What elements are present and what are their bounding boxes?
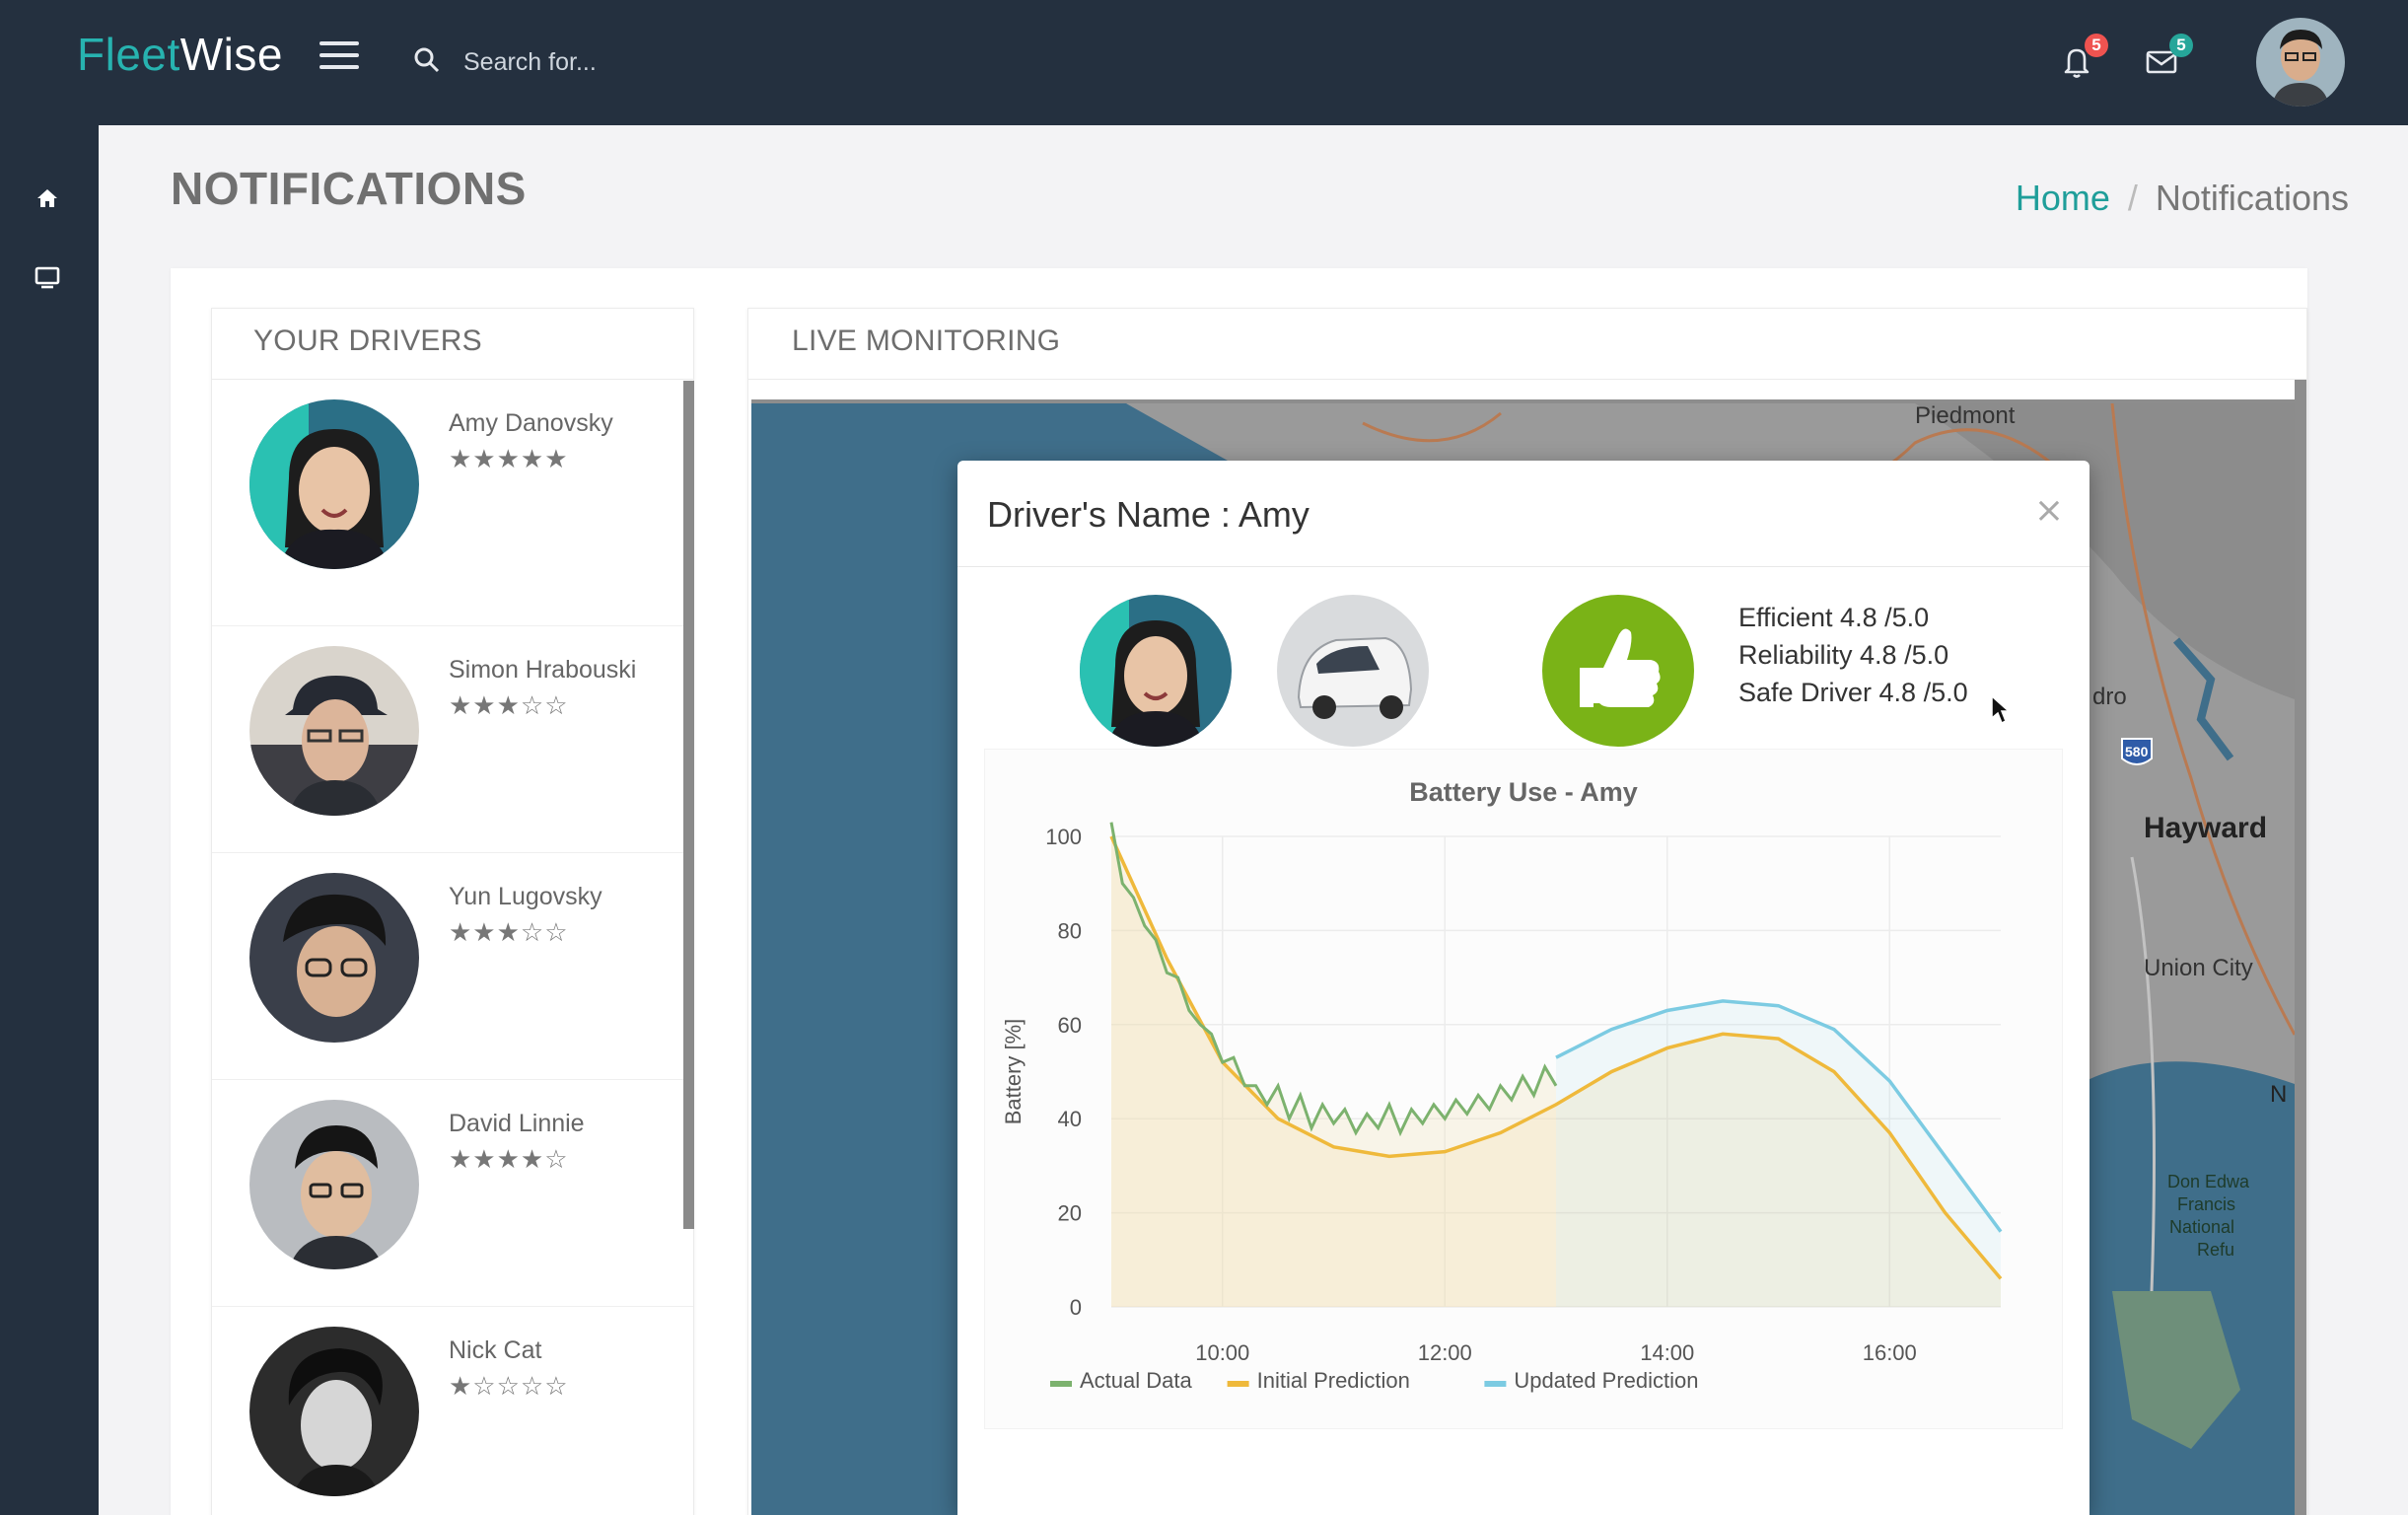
menu-toggle-icon[interactable]: [319, 41, 359, 73]
driver-rating: ★★★★★: [449, 445, 569, 474]
live-panel-title: LIVE MONITORING: [748, 309, 2306, 380]
modal-driver-photo: [1080, 595, 1232, 747]
x-tick-label: 14:00: [1640, 1340, 1694, 1365]
side-nav: [0, 125, 99, 1515]
updated-prediction-area: [1556, 1000, 2001, 1307]
notifications-badge: 5: [2085, 34, 2108, 57]
modal-header: Driver's Name : Amy ×: [957, 461, 2089, 567]
driver-rating: ★★★☆☆: [449, 691, 569, 721]
battery-chart: Battery Use - Amy 0 20 40 60 80 100 10:00 12:00…: [984, 749, 2063, 1429]
map-label-don-edwards: Don Edwa: [2167, 1172, 2250, 1191]
y-axis-label: Battery [%]: [1001, 1019, 1026, 1125]
notifications-button[interactable]: 5: [2057, 34, 2108, 81]
y-tick-label: 80: [1058, 918, 1082, 943]
drivers-panel: YOUR DRIVERS Amy Danovsky ★★★★★ Simon Hr…: [211, 308, 694, 1515]
map-label-n: N: [2270, 1081, 2287, 1108]
map-scrollbar[interactable]: [2295, 380, 2306, 1515]
driver-modal: Driver's Name : Amy × Efficient 4.8 /5.0…: [957, 461, 2089, 1515]
y-tick-label: 20: [1058, 1201, 1082, 1226]
map-label-dro: dro: [2092, 684, 2127, 710]
driver-name: David Linnie: [449, 1110, 585, 1137]
vehicle-photo: [1277, 595, 1429, 747]
search-icon: [414, 47, 440, 73]
driver-photo: [249, 646, 419, 816]
messages-button[interactable]: 5: [2142, 34, 2193, 81]
map-label-union-city: Union City: [2144, 955, 2253, 981]
driver-scores: Efficient 4.8 /5.0 Reliability 4.8 /5.0 …: [1738, 599, 1968, 711]
driver-rating: ★★★★☆: [449, 1145, 569, 1175]
thumbs-up-icon: [1542, 595, 1694, 747]
y-tick-label: 60: [1058, 1013, 1082, 1038]
breadcrumb-separator: /: [2127, 178, 2138, 218]
map-label-refu: Refu: [2197, 1240, 2234, 1260]
y-tick-label: 100: [1045, 825, 1082, 849]
battery-chart-svg: 0 20 40 60 80 100 10:00 12:00 14:00 16:00 Battery …: [1001, 822, 2003, 1393]
driver-name: Amy Danovsky: [449, 409, 613, 437]
y-tick-label: 40: [1058, 1107, 1082, 1131]
driver-name: Yun Lugovsky: [449, 883, 602, 910]
map-label-national: National: [2169, 1217, 2234, 1237]
drivers-panel-title: YOUR DRIVERS: [212, 309, 693, 380]
driver-name: Simon Hrabouski: [449, 656, 637, 684]
legend-swatch: [1050, 1381, 1072, 1387]
mouse-cursor-icon: [1991, 694, 2011, 725]
driver-list: Amy Danovsky ★★★★★ Simon Hrabouski ★★★☆☆: [212, 380, 693, 1515]
home-icon[interactable]: [32, 182, 63, 214]
score-efficient: Efficient 4.8 /5.0: [1738, 603, 1930, 632]
brand-logo[interactable]: FleetWise: [77, 28, 283, 81]
top-navbar: FleetWise 5 5: [0, 0, 2408, 125]
legend-label: Initial Prediction: [1257, 1368, 1410, 1393]
map-label-580: 580: [2125, 744, 2149, 759]
driver-photo: [249, 1100, 419, 1269]
map-label-piedmont: Piedmont: [1915, 403, 2016, 429]
modal-title: Driver's Name : Amy: [987, 494, 1310, 535]
driver-item[interactable]: Yun Lugovsky ★★★☆☆: [212, 853, 693, 1080]
legend-swatch: [1484, 1381, 1507, 1387]
monitor-icon[interactable]: [32, 261, 63, 293]
driver-item[interactable]: Amy Danovsky ★★★★★: [212, 380, 693, 626]
x-tick-label: 16:00: [1863, 1340, 1917, 1365]
breadcrumb-home-link[interactable]: Home: [2016, 178, 2110, 218]
driver-rating: ★☆☆☆☆: [449, 1372, 569, 1402]
legend-label: Actual Data: [1080, 1368, 1192, 1393]
actual-data-area: [1111, 822, 1556, 1307]
driver-photo: [249, 873, 419, 1043]
driver-item[interactable]: Simon Hrabouski ★★★☆☆: [212, 626, 693, 853]
drivers-scrollbar[interactable]: [683, 381, 694, 1229]
close-icon[interactable]: ×: [2034, 490, 2064, 531]
driver-item[interactable]: David Linnie ★★★★☆: [212, 1080, 693, 1307]
breadcrumb-current: Notifications: [2155, 178, 2349, 218]
user-avatar[interactable]: [2256, 18, 2345, 107]
y-tick-label: 0: [1070, 1295, 1082, 1320]
map-label-hayward: Hayward: [2144, 812, 2267, 844]
driver-photo: [249, 399, 419, 569]
driver-photo: [249, 1327, 419, 1496]
legend-swatch: [1227, 1381, 1249, 1387]
search-input[interactable]: [463, 39, 1055, 85]
score-safe-driver: Safe Driver 4.8 /5.0: [1738, 678, 1968, 707]
driver-name: Nick Cat: [449, 1336, 542, 1364]
x-tick-label: 12:00: [1418, 1340, 1472, 1365]
page-title: NOTIFICATIONS: [171, 163, 527, 214]
score-reliability: Reliability 4.8 /5.0: [1738, 640, 1949, 670]
driver-item[interactable]: Nick Cat ★☆☆☆☆: [212, 1307, 693, 1515]
driver-rating: ★★★☆☆: [449, 918, 569, 948]
x-tick-label: 10:00: [1195, 1340, 1249, 1365]
legend-label: Updated Prediction: [1514, 1368, 1698, 1393]
messages-badge: 5: [2169, 34, 2193, 57]
map-label-francis: Francis: [2177, 1194, 2235, 1214]
breadcrumb: Home / Notifications: [2016, 178, 2349, 219]
